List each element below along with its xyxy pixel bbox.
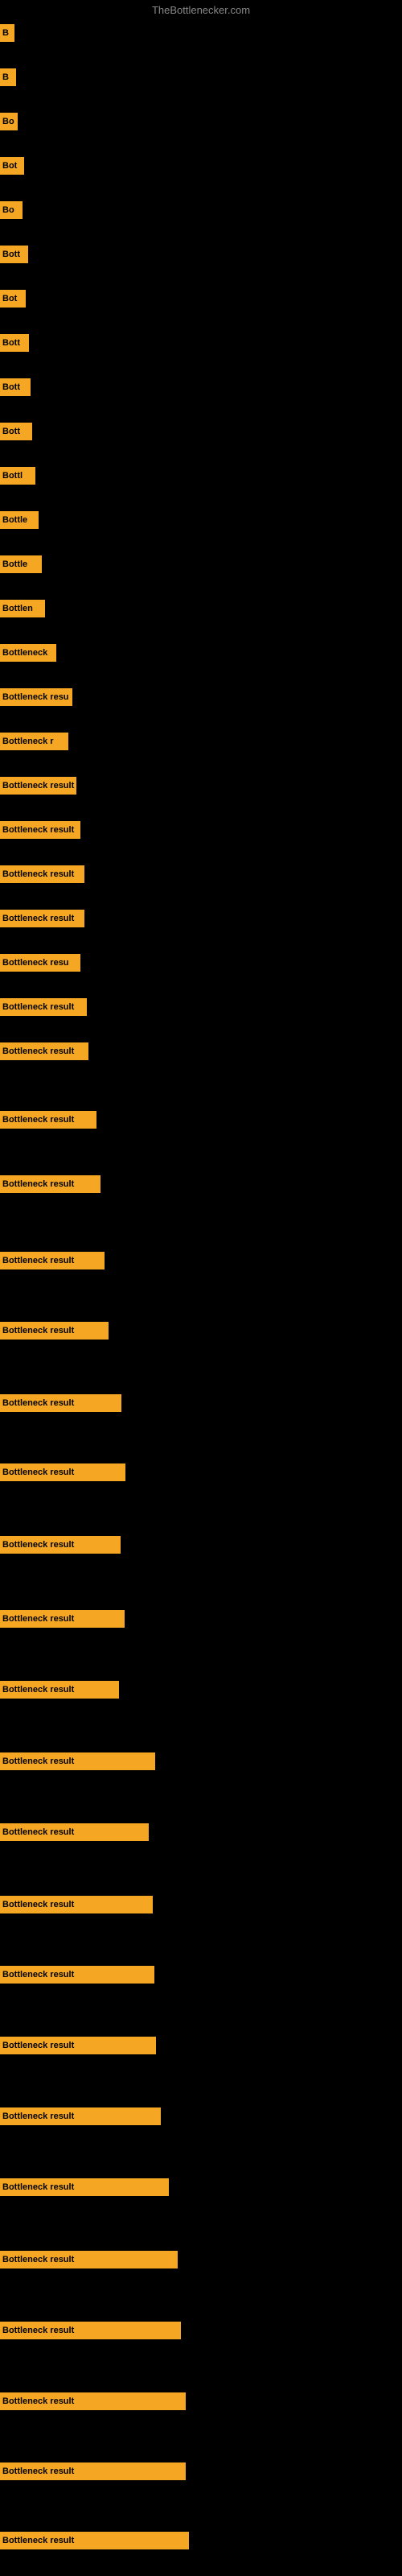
bottleneck-bar-34: Bottleneck result [0,1752,155,1770]
bottleneck-bar-43: Bottleneck result [0,2392,186,2410]
bottleneck-bar-26: Bottleneck result [0,1175,100,1193]
bottleneck-bar-39: Bottleneck result [0,2107,161,2125]
bottleneck-bar-22: Bottleneck resu [0,954,80,972]
bottleneck-bar-14: Bottlen [0,600,45,617]
bottleneck-bar-11: Bottl [0,467,35,485]
bottleneck-bar-37: Bottleneck result [0,1966,154,1984]
bottleneck-bar-29: Bottleneck result [0,1394,121,1412]
bottleneck-bar-10: Bott [0,423,32,440]
bottleneck-bar-6: Bott [0,246,28,263]
bottleneck-bar-2: B [0,68,16,86]
bottleneck-bar-44: Bottleneck result [0,2462,186,2480]
bottleneck-bar-27: Bottleneck result [0,1252,105,1269]
bottleneck-bar-20: Bottleneck result [0,865,84,883]
bottleneck-bar-38: Bottleneck result [0,2037,156,2054]
bottleneck-bar-32: Bottleneck result [0,1610,125,1628]
bottleneck-bar-28: Bottleneck result [0,1322,109,1340]
bottleneck-bar-15: Bottleneck [0,644,56,662]
bottleneck-bar-9: Bott [0,378,31,396]
bottleneck-bar-24: Bottleneck result [0,1042,88,1060]
bottleneck-bar-17: Bottleneck r [0,733,68,750]
bottleneck-bar-13: Bottle [0,555,42,573]
bottleneck-bar-12: Bottle [0,511,39,529]
bottleneck-bar-19: Bottleneck result [0,821,80,839]
bottleneck-bar-7: Bot [0,290,26,308]
bottleneck-bar-25: Bottleneck result [0,1111,96,1129]
bottleneck-bar-5: Bo [0,201,23,219]
bottleneck-bar-36: Bottleneck result [0,1896,153,1913]
bottleneck-bar-35: Bottleneck result [0,1823,149,1841]
bottleneck-bar-18: Bottleneck result [0,777,76,795]
bottleneck-bar-3: Bo [0,113,18,130]
bottleneck-bar-23: Bottleneck result [0,998,87,1016]
bottleneck-bar-33: Bottleneck result [0,1681,119,1699]
bottleneck-bar-30: Bottleneck result [0,1463,125,1481]
bottleneck-bar-16: Bottleneck resu [0,688,72,706]
bottleneck-bar-31: Bottleneck result [0,1536,121,1554]
bottleneck-bar-45: Bottleneck result [0,2532,189,2549]
bottleneck-bar-41: Bottleneck result [0,2251,178,2268]
bottleneck-bar-42: Bottleneck result [0,2322,181,2339]
bottleneck-bar-40: Bottleneck result [0,2178,169,2196]
bottleneck-bar-8: Bott [0,334,29,352]
site-title: TheBottlenecker.com [152,4,250,16]
bottleneck-bar-4: Bot [0,157,24,175]
bottleneck-bar-21: Bottleneck result [0,910,84,927]
bottleneck-bar-1: B [0,24,14,42]
